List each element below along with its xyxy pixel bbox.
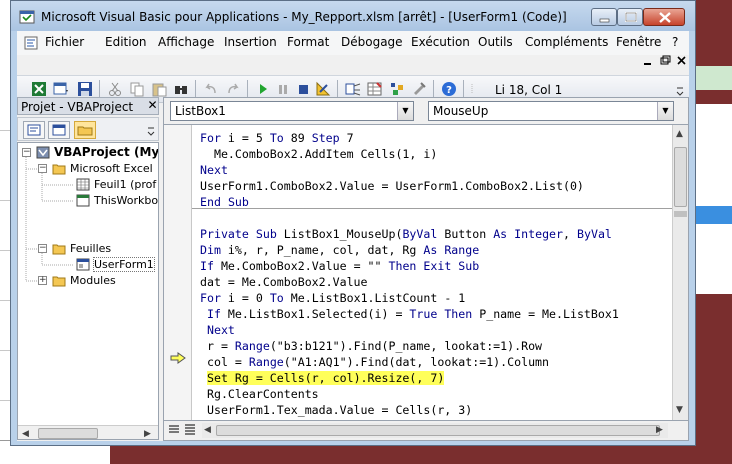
procedure-dropdown[interactable]: MouseUp ▼: [428, 101, 674, 121]
copy-icon[interactable]: [129, 81, 145, 97]
cut-icon[interactable]: [107, 81, 123, 97]
code-line[interactable]: Me.ComboBox2.AddItem Cells(1, i): [200, 146, 437, 162]
code-line[interactable]: r = Range("b3:b121").Find(P_name, lookat…: [200, 338, 542, 354]
scroll-up-icon[interactable]: ▲: [676, 129, 683, 139]
code-line[interactable]: Rg.ClearContents: [200, 386, 319, 402]
redo-icon[interactable]: [225, 81, 241, 97]
scroll-thumb[interactable]: [216, 425, 660, 436]
insert-userform-icon[interactable]: [53, 81, 69, 97]
object-dropdown[interactable]: ListBox1 ▼: [170, 101, 414, 121]
execution-point-arrow-icon: [170, 352, 186, 364]
editor-client-area: Fichier Edition Affichage Insertion Form…: [17, 31, 689, 441]
menu-edition[interactable]: Edition: [105, 35, 147, 49]
view-code-button[interactable]: [23, 121, 45, 139]
scroll-right-icon[interactable]: ▶: [144, 429, 151, 439]
help-icon[interactable]: ?: [441, 81, 457, 97]
tree-lines: [25, 157, 74, 282]
view-object-button[interactable]: [48, 121, 70, 139]
indicator-margin[interactable]: [164, 125, 192, 421]
userform-icon: [76, 258, 90, 271]
save-icon[interactable]: [77, 81, 93, 97]
code-window-bottom: ◀ ▶: [164, 420, 688, 440]
menu-insertion[interactable]: Insertion: [224, 35, 277, 49]
menu-affichage[interactable]: Affichage: [158, 35, 214, 49]
code-line[interactable]: For i = 0 To Me.ListBox1.ListCount - 1: [200, 290, 465, 306]
code-line[interactable]: If Me.ComboBox2.Value = "" Then Exit Sub: [200, 258, 479, 274]
menu-fichier[interactable]: Fichier: [45, 35, 84, 49]
maximize-button[interactable]: [617, 8, 643, 26]
code-line[interactable]: Private Sub ListBox1_MouseUp(ByVal Butto…: [200, 226, 612, 242]
scroll-right-icon[interactable]: ▶: [656, 425, 663, 435]
project-close-button[interactable]: ✕: [146, 99, 159, 113]
menu-complements[interactable]: Compléments: [525, 35, 608, 49]
chevron-down-icon[interactable]: ▼: [397, 102, 413, 120]
code-line[interactable]: For i = 5 To 89 Step 7: [200, 130, 354, 146]
code-line[interactable]: Next: [200, 322, 235, 338]
scroll-left-icon[interactable]: ◀: [22, 429, 29, 439]
object-browser-icon[interactable]: [389, 81, 405, 97]
code-line[interactable]: UserForm1.Tex_mada.Value = Cells(r, 3): [200, 402, 472, 418]
scroll-left-icon[interactable]: ◀: [204, 425, 211, 435]
menu-fenetre[interactable]: Fenêtre: [616, 35, 661, 49]
excel-view-icon[interactable]: [31, 81, 47, 97]
code-line[interactable]: If Me.ListBox1.Selected(i) = True Then P…: [200, 306, 619, 322]
code-text[interactable]: For i = 5 To 89 Step 7 Me.ComboBox2.AddI…: [200, 130, 672, 420]
vba-editor-window: Microsoft Visual Basic pour Applications…: [10, 0, 696, 446]
code-vertical-scrollbar[interactable]: ▲ ▼: [672, 125, 688, 421]
title-bar[interactable]: Microsoft Visual Basic pour Applications…: [11, 1, 695, 31]
workbook-icon: [76, 194, 90, 207]
find-icon[interactable]: [173, 81, 189, 97]
menu-format[interactable]: Format: [287, 35, 329, 49]
menu-help[interactable]: ?: [672, 35, 678, 49]
project-explorer-toolbar: [17, 117, 159, 141]
code-line[interactable]: UserForm1.ComboBox2.Value = UserForm1.Co…: [200, 178, 584, 194]
code-line[interactable]: Next: [200, 162, 228, 178]
menu-execution[interactable]: Exécution: [411, 35, 470, 49]
paste-icon[interactable]: [151, 81, 167, 97]
project-explorer-title: Projet - VBAProject ✕: [17, 97, 159, 115]
code-editor[interactable]: For i = 5 To 89 Step 7 Me.ComboBox2.AddI…: [164, 124, 688, 421]
menu-bar: Fichier Edition Affichage Insertion Form…: [17, 31, 689, 55]
scroll-thumb[interactable]: [674, 147, 687, 207]
code-window-icon[interactable]: [23, 35, 39, 51]
tree-horizontal-scrollbar[interactable]: ◀ ▶: [18, 425, 158, 439]
explorer-options-icon[interactable]: [146, 124, 156, 138]
toggle-folders-button[interactable]: [74, 121, 96, 139]
mdi-child-buttons[interactable]: [642, 53, 687, 69]
code-line[interactable]: Set Rg = Cells(r, col).Resize(, 7): [200, 370, 445, 386]
project-tree: − VBAProject (My_ − Microsoft Excel Feui…: [17, 142, 159, 440]
procedure-view-icon[interactable]: [166, 423, 182, 438]
project-explorer-icon[interactable]: [345, 81, 361, 97]
menu-outils[interactable]: Outils: [478, 35, 513, 49]
code-line[interactable]: End Sub: [200, 194, 249, 210]
run-icon[interactable]: [255, 81, 271, 97]
full-module-view-icon[interactable]: [182, 423, 198, 438]
code-line[interactable]: dat = Me.ComboBox2.Value: [200, 274, 368, 290]
toolbar-grip-icon: [471, 84, 473, 94]
scroll-down-icon[interactable]: ▼: [676, 405, 683, 415]
undo-icon[interactable]: [203, 81, 219, 97]
pause-icon[interactable]: [275, 81, 291, 97]
design-mode-icon[interactable]: [315, 81, 331, 97]
code-horizontal-scrollbar[interactable]: ◀ ▶: [202, 423, 668, 438]
minimize-button[interactable]: [591, 8, 617, 26]
chevron-down-icon[interactable]: ▼: [657, 102, 673, 120]
svg-text:?: ?: [446, 85, 452, 96]
scroll-thumb[interactable]: [38, 428, 98, 439]
code-window: ListBox1 ▼ MouseUp ▼ For i = 5 To 89 Ste…: [163, 97, 689, 441]
reset-icon[interactable]: [295, 81, 311, 97]
close-button[interactable]: [643, 8, 685, 26]
split-bar[interactable]: [674, 211, 687, 217]
properties-icon[interactable]: [367, 81, 383, 97]
toolbar-options-icon[interactable]: [675, 82, 685, 98]
vba-app-icon: [19, 10, 35, 24]
window-title: Microsoft Visual Basic pour Applications…: [41, 10, 567, 24]
code-line[interactable]: Dim i%, r, P_name, col, dat, Rg As Range: [200, 242, 479, 258]
cursor-position: Li 18, Col 1: [495, 83, 563, 97]
menu-debogage[interactable]: Débogage: [341, 35, 403, 49]
toolbox-icon[interactable]: [411, 81, 427, 97]
code-line[interactable]: col = Range("A1:AQ1").Find(dat, lookat:=…: [200, 354, 549, 370]
worksheet-icon: [76, 178, 90, 191]
